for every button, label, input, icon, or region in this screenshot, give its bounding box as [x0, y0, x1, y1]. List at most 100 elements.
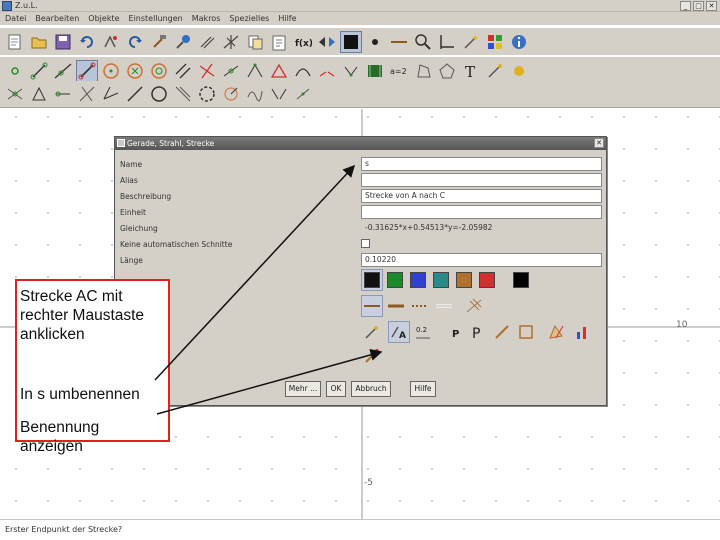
perpendicular-icon[interactable] — [196, 60, 218, 82]
angle-icon[interactable] — [244, 60, 266, 82]
intersection-icon[interactable] — [4, 83, 26, 105]
menu-spezielles[interactable]: Spezielles — [229, 12, 269, 25]
line-style-normal-icon[interactable] — [361, 295, 383, 317]
fill-property-icon[interactable] — [545, 321, 567, 343]
info-icon[interactable] — [508, 31, 530, 53]
grid-icon[interactable] — [436, 31, 458, 53]
zoom-tool-icon[interactable] — [196, 31, 218, 53]
segment-tool-icon[interactable] — [28, 60, 50, 82]
line-tool-icon[interactable] — [52, 60, 74, 82]
color-black-icon[interactable] — [340, 30, 362, 53]
ray-icon[interactable] — [52, 83, 74, 105]
special-icon[interactable] — [508, 60, 530, 82]
reflect-icon[interactable] — [316, 60, 338, 82]
pen-property-icon[interactable] — [361, 345, 383, 367]
large-p-icon[interactable]: P — [467, 321, 489, 343]
text-tool-icon[interactable]: T — [460, 60, 482, 82]
color-swatch-brown[interactable] — [456, 272, 472, 288]
color-swatch-black[interactable] — [364, 272, 380, 288]
save-icon[interactable] — [52, 31, 74, 53]
palette-icon[interactable] — [484, 31, 506, 53]
redo-icon[interactable] — [124, 31, 146, 53]
close-button[interactable]: ✕ — [706, 1, 717, 11]
more-button[interactable]: Mehr ... — [285, 381, 321, 397]
menu-datei[interactable]: Datei — [5, 12, 26, 25]
maximize-button[interactable]: □ — [693, 1, 704, 11]
menu-bearbeiten[interactable]: Bearbeiten — [35, 12, 79, 25]
polygon-icon[interactable] — [412, 60, 434, 82]
mirror-icon[interactable] — [268, 83, 290, 105]
diagonal-icon[interactable] — [172, 83, 194, 105]
function-icon[interactable]: f(x) — [292, 31, 314, 53]
triangle-icon[interactable] — [268, 60, 290, 82]
line-style-thin-icon[interactable] — [433, 295, 455, 317]
line-style-icon[interactable] — [388, 31, 410, 53]
midpoint-icon[interactable] — [220, 60, 242, 82]
line-style-dotted-icon[interactable] — [409, 295, 431, 317]
paint-icon[interactable] — [172, 31, 194, 53]
show-name-icon[interactable]: A — [388, 321, 410, 343]
point-tool-icon[interactable] — [4, 60, 26, 82]
wand-property-icon[interactable] — [361, 321, 383, 343]
line-style-hatch-icon[interactable] — [463, 295, 485, 317]
point-icon[interactable] — [364, 31, 386, 53]
bar-chart-icon[interactable] — [571, 321, 593, 343]
compass-icon[interactable] — [220, 83, 242, 105]
wand-icon[interactable] — [460, 31, 482, 53]
rotate-icon[interactable] — [340, 60, 362, 82]
dashed-circle-icon[interactable] — [196, 83, 218, 105]
circle-tool-icon[interactable] — [100, 60, 122, 82]
small-p-icon[interactable]: P — [445, 321, 467, 343]
cancel-button[interactable]: Abbruch — [351, 381, 391, 397]
color-swatch-red[interactable] — [479, 272, 495, 288]
unit-field[interactable] — [361, 205, 602, 219]
menu-hilfe[interactable]: Hilfe — [278, 12, 296, 25]
description-field[interactable]: Strecke von A nach C — [361, 189, 602, 203]
track-icon[interactable] — [364, 60, 386, 82]
alias-field[interactable] — [361, 173, 602, 187]
fixed-circle-icon[interactable] — [148, 83, 170, 105]
polygon-fill-icon[interactable] — [436, 60, 458, 82]
arc-icon[interactable] — [292, 60, 314, 82]
draw-icon[interactable] — [484, 60, 506, 82]
new-file-icon[interactable] — [4, 31, 26, 53]
color-swatch-black-2[interactable] — [513, 272, 529, 288]
hammer-icon[interactable] — [148, 31, 170, 53]
menu-makros[interactable]: Makros — [192, 12, 221, 25]
copy-icon[interactable] — [244, 31, 266, 53]
dialog-close-button[interactable]: ✕ — [594, 138, 604, 148]
color-swatch-teal[interactable] — [433, 272, 449, 288]
color-swatch-green[interactable] — [387, 272, 403, 288]
segment-active-icon[interactable] — [76, 59, 98, 82]
color-swatch-blue[interactable] — [410, 272, 426, 288]
fixed-segment-icon[interactable] — [124, 83, 146, 105]
menu-einstellungen[interactable]: Einstellungen — [129, 12, 183, 25]
ok-button[interactable]: OK — [326, 381, 346, 397]
menu-objekte[interactable]: Objekte — [88, 12, 119, 25]
locus-icon[interactable] — [244, 83, 266, 105]
undo-icon[interactable] — [76, 31, 98, 53]
expression-icon[interactable]: a=2 — [388, 60, 410, 82]
bisector-icon[interactable] — [76, 83, 98, 105]
parallel-icon[interactable] — [172, 60, 194, 82]
segment-property-icon[interactable] — [491, 321, 513, 343]
open-folder-icon[interactable] — [28, 31, 50, 53]
hide-tool-icon[interactable] — [220, 31, 242, 53]
fixed-angle-icon[interactable] — [100, 83, 122, 105]
magnifier-icon[interactable] — [412, 31, 434, 53]
circle-three-icon[interactable] — [124, 60, 146, 82]
clipboard-icon[interactable] — [268, 31, 290, 53]
minimize-button[interactable]: _ — [680, 1, 691, 11]
name-field[interactable]: s — [361, 157, 602, 171]
line-style-thick-icon[interactable] — [385, 295, 407, 317]
square-property-icon[interactable] — [515, 321, 537, 343]
circle-radius-icon[interactable] — [148, 60, 170, 82]
length-field[interactable]: 0.10220 — [361, 253, 602, 267]
delete-last-icon[interactable] — [100, 31, 122, 53]
no-auto-intersections-checkbox[interactable] — [361, 239, 370, 248]
half-plane-icon[interactable] — [292, 83, 314, 105]
vector-icon[interactable] — [28, 83, 50, 105]
show-value-icon[interactable]: 0.2 — [412, 321, 434, 343]
help-button[interactable]: Hilfe — [410, 381, 436, 397]
arrows-icon[interactable] — [316, 31, 338, 53]
